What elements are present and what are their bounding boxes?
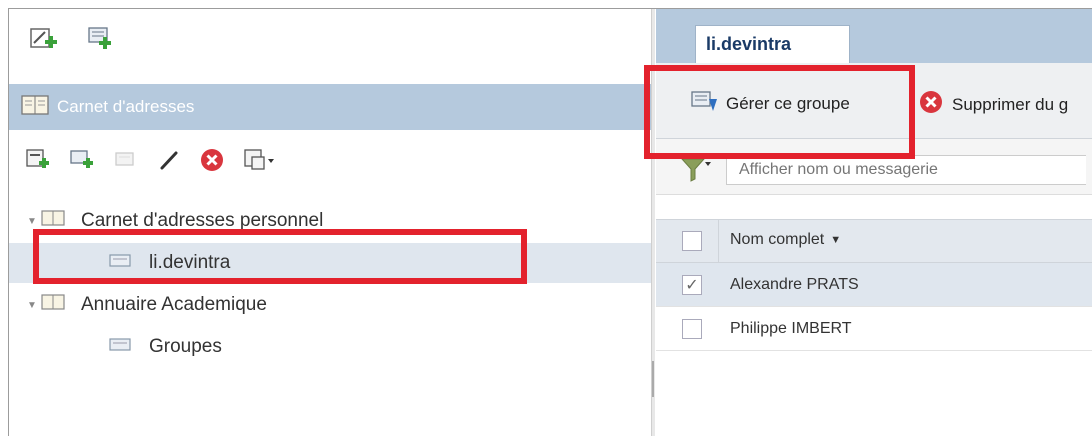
app-window: Carnet d'adresses ▼ Carnet d'adresses pe… [8,8,1092,436]
tree-item-label: Annuaire Academique [81,294,267,315]
delete-icon [918,89,944,120]
select-all-checkbox[interactable] [682,231,702,251]
delete-icon[interactable] [199,147,225,178]
expand-arrow-icon[interactable]: ▼ [27,300,39,311]
group-disabled-icon [113,148,139,177]
addressbook-header: Carnet d'adresses [9,84,651,130]
search-input[interactable] [726,155,1086,185]
column-divider [718,220,719,262]
column-header-row: Nom complet ▼ [656,219,1092,263]
new-contact-icon[interactable] [27,25,61,58]
tree-item-groupes[interactable]: Groupes [9,327,651,367]
filter-funnel-icon[interactable] [680,157,716,188]
tab-bar: li.devintra [656,9,1092,63]
check-icon: ✓ [685,276,699,294]
import-export-menu-icon[interactable] [243,148,277,177]
edit-pencil-icon[interactable] [157,148,181,177]
new-list-icon[interactable] [83,25,117,58]
tab-devintra[interactable]: li.devintra [695,25,850,63]
contact-checkbox[interactable]: ✓ [682,274,702,295]
name-column-header[interactable]: Nom complet ▼ [730,231,841,249]
name-column-label: Nom complet [730,231,825,248]
highlight-selected-group [33,229,527,284]
add-contact-icon[interactable] [25,148,51,177]
contact-checkbox[interactable] [682,318,702,339]
contact-name: Alexandre PRATS [730,275,859,293]
expand-arrow-icon[interactable]: ▼ [27,216,39,227]
remove-from-group-button[interactable]: Supprimer du g [918,89,1068,120]
top-toolbar [27,25,117,58]
add-group-icon[interactable] [69,148,95,177]
contact-row[interactable]: ✓ Alexandre PRATS [656,263,1092,307]
addressbook-pane: Carnet d'adresses ▼ Carnet d'adresses pe… [9,9,651,436]
splitter-grip[interactable] [652,361,654,397]
group-icon [109,335,133,359]
addressbook-toolbar [25,147,277,178]
tree-item-label: Groupes [149,336,222,357]
addressbook-icon [21,94,49,121]
highlight-manage-group [644,65,915,159]
tree-item-annuaire[interactable]: ▼ Annuaire Academique [9,285,651,325]
addressbook-title: Carnet d'adresses [57,97,195,116]
addressbook-icon [41,293,65,317]
remove-from-group-label: Supprimer du g [952,94,1069,114]
contact-name: Philippe IMBERT [730,319,852,337]
sort-desc-icon: ▼ [830,234,842,246]
contact-row[interactable]: Philippe IMBERT [656,307,1092,351]
